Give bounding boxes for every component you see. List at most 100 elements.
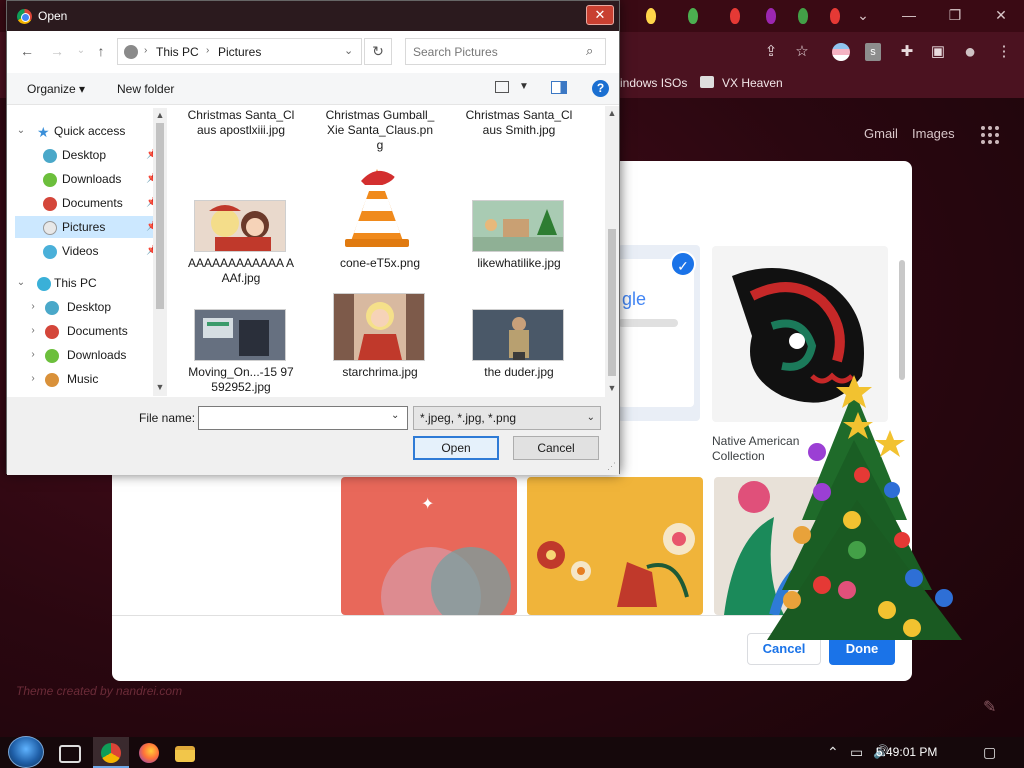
cancel-button[interactable]: Cancel (513, 436, 599, 460)
restore-button[interactable]: ❐ (932, 0, 978, 30)
scroll-up-arrow-icon[interactable]: ▲ (153, 110, 167, 120)
file-thumbnail[interactable] (472, 200, 564, 252)
minimize-button[interactable]: — (886, 0, 932, 30)
refresh-icon[interactable]: ↻ (364, 38, 392, 65)
background-tile-salmon-art[interactable]: ✦ (341, 477, 517, 615)
scroll-down-arrow-icon[interactable]: ▼ (605, 383, 619, 393)
network-icon[interactable]: ▭ (850, 744, 863, 761)
file-type-dropdown-icon[interactable]: ⌄ (587, 407, 595, 429)
file-thumbnail[interactable] (337, 163, 417, 251)
flag-extension-icon[interactable] (832, 43, 850, 61)
new-folder-button[interactable]: New folder (117, 82, 174, 96)
organize-button[interactable]: Organize ▾ (27, 82, 85, 96)
up-arrow-icon[interactable]: ↑ (91, 41, 111, 61)
file-explorer-icon[interactable] (175, 746, 195, 762)
file-item[interactable]: AAAAAAAAAAAA AAAf.jpg (185, 256, 297, 286)
nav-scrollbar-thumb[interactable] (156, 123, 164, 309)
profile-avatar-icon[interactable]: ● (959, 41, 981, 63)
file-list-scrollbar[interactable]: ▲ ▼ (605, 106, 619, 397)
nav-pictures[interactable]: Pictures 📌 (15, 216, 158, 238)
nav-item-label: Documents (67, 324, 128, 338)
file-item[interactable]: the duder.jpg (463, 365, 575, 380)
close-window-button[interactable]: ✕ (978, 0, 1024, 30)
preview-pane-icon[interactable] (551, 81, 567, 94)
file-item[interactable]: cone-eT5x.png (324, 256, 436, 271)
nav-desktop[interactable]: Desktop 📌 (15, 144, 158, 166)
expand-chevron-icon[interactable]: › (27, 296, 39, 318)
file-item[interactable]: Moving_On...-15 97592952.jpg (185, 365, 297, 395)
breadcrumb-pictures[interactable]: Pictures (218, 45, 261, 59)
s-extension-icon[interactable]: s (865, 43, 881, 61)
nav-pane-scrollbar[interactable]: ▲ ▼ (153, 108, 167, 396)
nav-pc-documents[interactable]: › Documents (15, 320, 153, 342)
file-item[interactable]: Christmas Santa_Claus apostlxiii.jpg (185, 108, 297, 138)
file-thumbnail[interactable] (472, 309, 564, 361)
file-type-select[interactable]: *.jpeg, *.jpg, *.png ⌄ (413, 406, 601, 430)
back-arrow-icon[interactable]: ← (17, 41, 37, 61)
forward-arrow-icon[interactable]: → (47, 41, 67, 61)
extensions-puzzle-icon[interactable]: ✚ (896, 41, 918, 63)
notifications-icon[interactable]: ▢ (983, 744, 996, 761)
recent-dropdown-icon[interactable]: ⌄ (71, 41, 91, 61)
view-options-dropdown-icon[interactable]: ▼ (519, 81, 529, 92)
open-button[interactable]: Open (413, 436, 499, 460)
nav-item-label: Downloads (62, 172, 122, 186)
help-icon[interactable]: ? (592, 80, 609, 97)
tab-search-button[interactable]: ⌄ (840, 0, 886, 30)
scroll-up-arrow-icon[interactable]: ▲ (605, 108, 619, 118)
expand-chevron-icon[interactable]: › (27, 344, 39, 366)
bookmark-windows-isos[interactable]: indows ISOs (620, 76, 687, 90)
nav-documents[interactable]: Documents 📌 (15, 192, 158, 214)
images-link[interactable]: Images (912, 126, 955, 141)
background-tile-flowers-art[interactable] (527, 477, 703, 615)
file-item[interactable]: starchrima.jpg (324, 365, 436, 380)
file-item[interactable]: likewhatilike.jpg (463, 256, 575, 271)
dialog-close-button[interactable]: ✕ (586, 5, 614, 25)
collapse-chevron-icon[interactable]: ⌄ (15, 272, 27, 294)
search-input[interactable] (405, 38, 606, 65)
file-item[interactable]: Christmas Gumball_Xie Santa_Claus.png (324, 108, 436, 153)
file-thumbnail[interactable] (333, 293, 425, 361)
show-hidden-icons-button[interactable]: ⌃ (827, 744, 839, 761)
file-name: Moving_On...-15 97592952.jpg (188, 365, 294, 394)
file-thumbnail[interactable] (194, 309, 286, 361)
file-item[interactable]: Christmas Santa_Claus Smith.jpg (463, 108, 575, 138)
nav-videos[interactable]: Videos 📌 (15, 240, 158, 262)
collapse-chevron-icon[interactable]: ⌄ (15, 120, 27, 142)
file-thumbnail[interactable] (194, 200, 286, 252)
nav-downloads[interactable]: Downloads 📌 (15, 168, 158, 190)
google-apps-icon[interactable] (981, 126, 999, 144)
task-view-icon[interactable] (59, 745, 81, 763)
expand-chevron-icon[interactable]: › (27, 368, 39, 390)
nav-pc-desktop[interactable]: › Desktop (15, 296, 153, 318)
file-list-scrollbar-thumb[interactable] (608, 229, 616, 376)
nav-quick-access[interactable]: ⌄ ★ Quick access (15, 120, 153, 142)
address-dropdown-icon[interactable]: ⌄ (344, 44, 353, 57)
taskbar-clock[interactable]: 5:49:01 PM (876, 745, 937, 759)
panel-scrollbar-thumb[interactable] (899, 260, 905, 380)
resize-grip-icon[interactable]: ⋰ (607, 461, 616, 472)
expand-chevron-icon[interactable]: › (27, 320, 39, 342)
search-icon[interactable]: ⌕ (586, 43, 593, 59)
menu-kebab-icon[interactable]: ⋮ (993, 41, 1015, 63)
bookmark-vx-heaven[interactable]: VX Heaven (700, 76, 783, 90)
file-name-dropdown-icon[interactable]: ⌄ (391, 410, 399, 421)
change-view-icon[interactable] (495, 81, 509, 93)
firefox-icon[interactable] (139, 743, 159, 763)
file-name-input[interactable] (198, 406, 408, 430)
nav-this-pc[interactable]: ⌄ This PC (15, 272, 153, 294)
nav-pc-music[interactable]: › Music (15, 368, 153, 390)
scroll-down-arrow-icon[interactable]: ▼ (153, 382, 167, 392)
address-bar[interactable]: › This PC › Pictures ⌄ (117, 38, 362, 65)
breadcrumb-this-pc[interactable]: This PC (156, 45, 199, 59)
customize-pencil-icon[interactable]: ✎ (983, 697, 996, 717)
share-icon[interactable]: ⇪ (760, 41, 782, 63)
side-panel-icon[interactable]: ▣ (927, 41, 949, 63)
nav-pc-downloads[interactable]: › Downloads (15, 344, 153, 366)
file-name: Christmas Santa_Claus Smith.jpg (465, 108, 573, 137)
bookmark-star-icon[interactable]: ☆ (791, 41, 813, 63)
gmail-link[interactable]: Gmail (864, 126, 898, 141)
breadcrumb-chevron-icon[interactable]: › (206, 45, 209, 56)
start-button[interactable] (8, 736, 44, 768)
breadcrumb-chevron-icon[interactable]: › (144, 45, 147, 56)
